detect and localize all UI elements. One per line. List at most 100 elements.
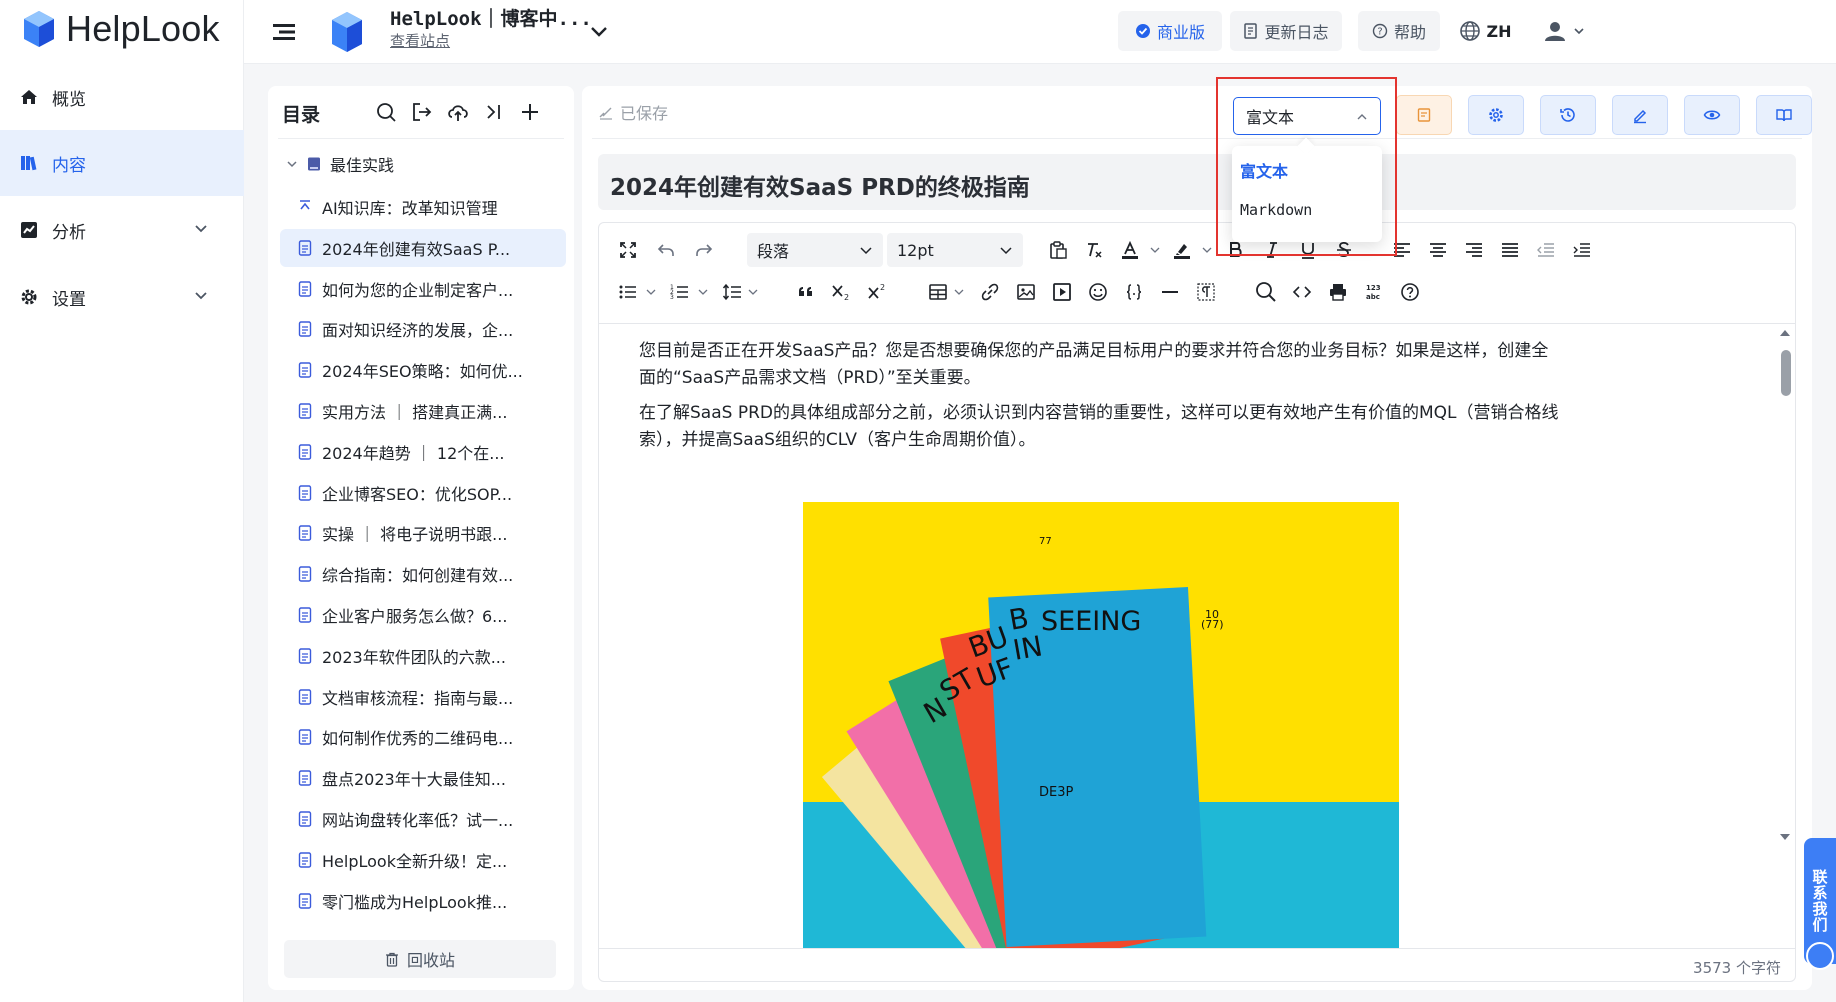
align-justify-icon[interactable] xyxy=(1493,233,1527,267)
document-icon xyxy=(1244,23,1258,39)
tree-item-label: 实用方法 ｜ 搭建真正满... xyxy=(322,403,508,422)
chevron-down-icon[interactable] xyxy=(1201,233,1213,267)
superscript-icon[interactable]: 2 xyxy=(861,275,895,309)
table-icon[interactable] xyxy=(921,275,955,309)
svg-text:?: ? xyxy=(1377,27,1382,38)
tree-item[interactable]: 综合指南：如何创建有效... xyxy=(280,555,566,593)
recycle-bin-button[interactable]: 回收站 xyxy=(284,940,556,978)
editor-scrollbar[interactable] xyxy=(1777,324,1793,948)
upload-cloud-icon[interactable] xyxy=(444,98,472,126)
publish-button[interactable] xyxy=(1756,95,1812,135)
text-color-icon[interactable] xyxy=(1113,233,1147,267)
nav-item-overview[interactable]: 概览 xyxy=(0,64,244,130)
document-icon xyxy=(298,321,312,338)
font-size-select[interactable]: 12pt xyxy=(887,233,1023,267)
search-icon[interactable] xyxy=(1249,275,1283,309)
chevron-down-icon[interactable] xyxy=(697,275,709,309)
code-block-icon[interactable] xyxy=(1117,275,1151,309)
editor-mode-select[interactable]: 富文本 xyxy=(1233,97,1381,135)
tree-item[interactable]: 2024年趋势 ｜ 12个在... xyxy=(280,433,566,471)
image-icon[interactable] xyxy=(1009,275,1043,309)
tree-item[interactable]: 实用方法 ｜ 搭建真正满... xyxy=(280,392,566,430)
fullscreen-icon[interactable] xyxy=(611,233,645,267)
paragraph-format-select[interactable]: 段落 xyxy=(747,233,883,267)
bullet-list-icon[interactable] xyxy=(611,275,645,309)
tree-item[interactable]: 零门槛成为HelpLook推... xyxy=(280,882,566,920)
chevron-down-icon[interactable] xyxy=(1149,233,1161,267)
language-switch[interactable]: ZH xyxy=(1444,11,1526,51)
page-break-icon[interactable] xyxy=(1189,275,1223,309)
tree-item[interactable]: 2024年创建有效SaaS P... xyxy=(280,228,566,267)
tree-item[interactable]: AI知识库：改革知识管理 xyxy=(280,188,566,226)
redo-icon[interactable] xyxy=(687,233,721,267)
content-image[interactable]: ST N BU UF B IN SEEING 10 (77) 77 DE3P xyxy=(803,502,1399,948)
numbered-list-icon[interactable]: 123 xyxy=(663,275,697,309)
editor-content[interactable]: 您目前是否正在开发SaaS产品？您是否想要确保您的产品满足目标用户的要求并符合您… xyxy=(599,324,1777,948)
search-icon[interactable] xyxy=(372,98,400,126)
chevron-down-icon[interactable] xyxy=(747,275,759,309)
nav-item-settings[interactable]: 设置 xyxy=(0,264,244,330)
history-button[interactable] xyxy=(1540,95,1596,135)
chevron-down-icon[interactable] xyxy=(953,275,965,309)
tree-item[interactable]: 网站询盘转化率低？试一... xyxy=(280,800,566,838)
collapse-right-icon[interactable] xyxy=(480,98,508,126)
brand-logo[interactable]: HelpLook xyxy=(22,8,220,50)
source-code-icon[interactable] xyxy=(1285,275,1319,309)
export-icon[interactable] xyxy=(408,98,436,126)
print-icon[interactable] xyxy=(1321,275,1355,309)
mode-option-markdown[interactable]: Markdown xyxy=(1232,190,1382,230)
tree-item[interactable]: 如何制作优秀的二维码电... xyxy=(280,718,566,756)
emoji-icon[interactable] xyxy=(1081,275,1115,309)
user-menu[interactable] xyxy=(1534,11,1594,51)
align-left-icon[interactable] xyxy=(1385,233,1419,267)
tree-item[interactable]: HelpLook全新升级！定... xyxy=(280,841,566,879)
preview-button[interactable] xyxy=(1684,95,1740,135)
tree-item[interactable]: 如何为您的企业制定客户... xyxy=(280,270,566,308)
align-right-icon[interactable] xyxy=(1457,233,1491,267)
tree-item[interactable]: 以出管解清座创建日牌中... xyxy=(280,922,566,928)
tree-item[interactable]: 面对知识经济的发展，企... xyxy=(280,310,566,348)
template-button[interactable] xyxy=(1396,95,1452,135)
paste-icon[interactable] xyxy=(1041,233,1075,267)
tree-item[interactable]: 企业客户服务怎么做？6... xyxy=(280,596,566,634)
video-icon[interactable] xyxy=(1045,275,1079,309)
help-button[interactable]: ? 帮助 xyxy=(1358,11,1440,51)
settings-button[interactable] xyxy=(1468,95,1524,135)
tree-item[interactable]: 盘点2023年十大最佳知... xyxy=(280,759,566,797)
help-icon[interactable] xyxy=(1393,275,1427,309)
chevron-down-icon[interactable] xyxy=(588,20,610,42)
business-edition-button[interactable]: 商业版 xyxy=(1118,11,1222,51)
edit-button[interactable] xyxy=(1612,95,1668,135)
outdent-icon[interactable] xyxy=(1529,233,1563,267)
view-site-link[interactable]: 查看站点 xyxy=(390,30,450,51)
chevron-down-icon[interactable] xyxy=(645,275,657,309)
changelog-button[interactable]: 更新日志 xyxy=(1230,11,1342,51)
tree-item[interactable]: 企业博客SEO：优化SOP... xyxy=(280,474,566,512)
editor-mode-value: 富文本 xyxy=(1246,108,1295,127)
link-icon[interactable] xyxy=(973,275,1007,309)
tree-item[interactable]: 实操 ｜ 将电子说明书跟... xyxy=(280,514,566,552)
nav-item-analytics[interactable]: 分析 xyxy=(0,197,244,263)
mode-option-richtext[interactable]: 富文本 xyxy=(1232,150,1382,190)
undo-icon[interactable] xyxy=(649,233,683,267)
clear-format-icon[interactable] xyxy=(1077,233,1111,267)
horizontal-rule-icon[interactable] xyxy=(1153,275,1187,309)
chevron-down-icon xyxy=(195,292,207,300)
tree-item[interactable]: 2024年SEO策略：如何优... xyxy=(280,351,566,389)
align-center-icon[interactable] xyxy=(1421,233,1455,267)
line-height-icon[interactable] xyxy=(715,275,749,309)
svg-text:123: 123 xyxy=(1366,284,1381,292)
add-icon[interactable] xyxy=(516,98,544,126)
contact-bubble-icon[interactable] xyxy=(1806,942,1834,970)
blockquote-icon[interactable] xyxy=(789,275,823,309)
menu-fold-icon[interactable] xyxy=(270,18,298,46)
spellcheck-icon[interactable]: 123 abc xyxy=(1357,275,1391,309)
nav-item-content[interactable]: 内容 xyxy=(0,130,244,196)
doc-title-field[interactable]: 2024年创建有效SaaS PRD的终极指南 xyxy=(598,154,1796,210)
tree-item[interactable]: 文档审核流程：指南与最... xyxy=(280,678,566,716)
subscript-icon[interactable]: 2 xyxy=(825,275,859,309)
tree-folder-best-practice[interactable]: 最佳实践 xyxy=(286,152,394,176)
indent-icon[interactable] xyxy=(1565,233,1599,267)
highlight-color-icon[interactable] xyxy=(1165,233,1199,267)
tree-item[interactable]: 2023年软件团队的六款... xyxy=(280,637,566,675)
